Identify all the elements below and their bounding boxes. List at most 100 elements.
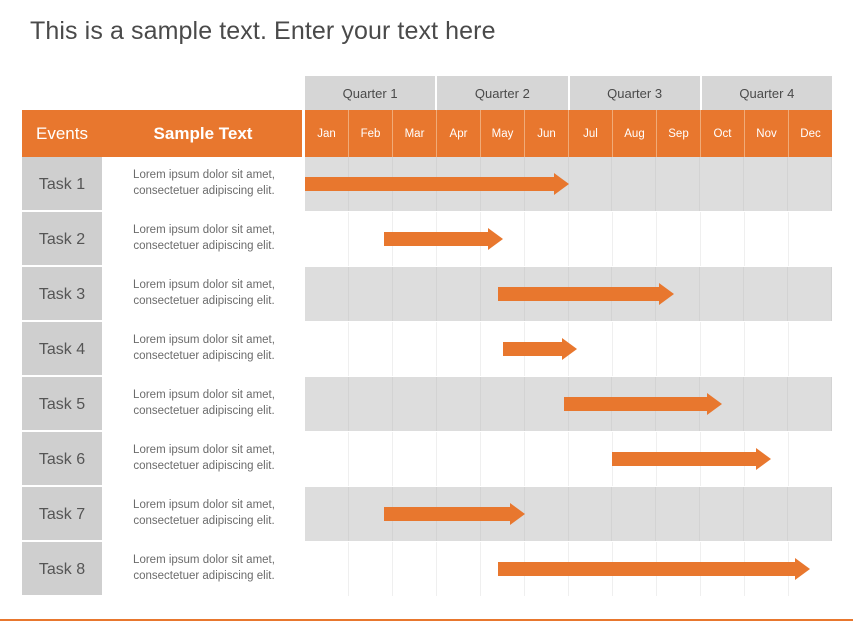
month-cell-jan: Jan bbox=[305, 110, 349, 157]
gantt-bar-body bbox=[384, 232, 488, 246]
gantt-bar-arrowhead-icon bbox=[658, 283, 674, 305]
grid-cell bbox=[788, 487, 833, 541]
task-description-text: Lorem ipsum dolor sit amet, consectetuer… bbox=[133, 388, 275, 417]
task-label: Task 3 bbox=[22, 267, 102, 322]
month-cell-dec: Dec bbox=[789, 110, 832, 157]
table-row: Task 5 Lorem ipsum dolor sit amet, consec… bbox=[22, 377, 833, 432]
grid-cell bbox=[437, 377, 481, 431]
grid-cell bbox=[789, 432, 832, 486]
grid-cell bbox=[481, 432, 525, 486]
timeline-track bbox=[305, 212, 832, 267]
grid-cell bbox=[745, 322, 789, 376]
grid-cell bbox=[305, 377, 349, 431]
task-description-text: Lorem ipsum dolor sit amet, consectetuer… bbox=[133, 553, 275, 582]
month-cell-mar: Mar bbox=[393, 110, 437, 157]
grid-cell bbox=[612, 487, 657, 541]
grid-cell bbox=[305, 487, 349, 541]
task-description-text: Lorem ipsum dolor sit amet, consectetuer… bbox=[133, 168, 275, 197]
task-description: Lorem ipsum dolor sit amet, consectetuer… bbox=[104, 212, 304, 267]
slide: This is a sample text. Enter your text h… bbox=[0, 0, 853, 640]
grid-cell bbox=[525, 212, 569, 266]
gantt-bar-arrowhead-icon bbox=[755, 448, 771, 470]
grid-cell bbox=[788, 157, 833, 211]
task-label: Task 1 bbox=[22, 157, 102, 212]
grid-cell bbox=[701, 322, 745, 376]
grid-cell bbox=[789, 212, 832, 266]
events-header-label: Events bbox=[36, 124, 88, 143]
task-description: Lorem ipsum dolor sit amet, consectetuer… bbox=[104, 432, 304, 487]
month-cell-jun: Jun bbox=[525, 110, 569, 157]
month-cell-nov: Nov bbox=[745, 110, 789, 157]
grid-cell bbox=[788, 377, 833, 431]
task-description: Lorem ipsum dolor sit amet, consectetuer… bbox=[104, 487, 304, 542]
quarter-cell-3: Quarter 3 bbox=[569, 76, 702, 110]
footer-rule bbox=[0, 619, 853, 621]
gantt-bar-body bbox=[384, 507, 510, 521]
month-cell-oct: Oct bbox=[701, 110, 745, 157]
grid-cell bbox=[349, 432, 393, 486]
gantt-bar[interactable] bbox=[305, 173, 569, 195]
grid-cell bbox=[481, 377, 525, 431]
grid-cell bbox=[700, 157, 745, 211]
grid-cell bbox=[569, 157, 613, 211]
grid-cell bbox=[437, 432, 481, 486]
table-row: Task 3 Lorem ipsum dolor sit amet, consec… bbox=[22, 267, 833, 322]
grid-cell bbox=[437, 267, 481, 321]
quarter-header-row: Quarter 1 Quarter 2 Quarter 3 Quarter 4 bbox=[305, 76, 832, 110]
grid-cell bbox=[305, 322, 349, 376]
task-description: Lorem ipsum dolor sit amet, consectetuer… bbox=[104, 542, 304, 597]
task-label: Task 8 bbox=[22, 542, 102, 597]
timeline-track bbox=[305, 542, 832, 597]
grid-cell bbox=[656, 157, 701, 211]
month-cell-sep: Sep bbox=[657, 110, 701, 157]
quarter-cell-1: Quarter 1 bbox=[305, 76, 438, 110]
grid-cell bbox=[437, 542, 481, 596]
task-description-text: Lorem ipsum dolor sit amet, consectetuer… bbox=[133, 278, 275, 307]
task-label: Task 7 bbox=[22, 487, 102, 542]
grid-cell bbox=[349, 542, 393, 596]
month-header-row: Jan Feb Mar Apr May Jun Jul Aug Sep Oct … bbox=[305, 110, 832, 157]
month-cell-feb: Feb bbox=[349, 110, 393, 157]
grid-cell bbox=[525, 432, 569, 486]
month-cell-aug: Aug bbox=[613, 110, 657, 157]
task-label: Task 4 bbox=[22, 322, 102, 377]
task-description-text: Lorem ipsum dolor sit amet, consectetuer… bbox=[133, 443, 275, 472]
gantt-bar[interactable] bbox=[384, 228, 503, 250]
task-label: Task 6 bbox=[22, 432, 102, 487]
grid-cell bbox=[393, 377, 437, 431]
table-row: Task 1 Lorem ipsum dolor sit amet, consec… bbox=[22, 157, 833, 212]
gantt-bar[interactable] bbox=[384, 503, 525, 525]
grid-cell bbox=[569, 212, 613, 266]
gantt-bar[interactable] bbox=[564, 393, 723, 415]
grid-cell bbox=[305, 267, 349, 321]
month-cell-may: May bbox=[481, 110, 525, 157]
grid-cell bbox=[745, 212, 789, 266]
timeline-track bbox=[305, 377, 833, 432]
grid-cell bbox=[744, 267, 789, 321]
gantt-bar[interactable] bbox=[498, 283, 674, 305]
timeline-track bbox=[305, 432, 832, 487]
grid-cell bbox=[393, 432, 437, 486]
grid-cell bbox=[525, 377, 569, 431]
gantt-bar-body bbox=[305, 177, 554, 191]
table-row: Task 2 Lorem ipsum dolor sit amet, consec… bbox=[22, 212, 832, 267]
gantt-bar-arrowhead-icon bbox=[509, 503, 525, 525]
grid-cell bbox=[657, 212, 701, 266]
grid-cell bbox=[349, 322, 393, 376]
grid-cell bbox=[393, 542, 437, 596]
gantt-bar[interactable] bbox=[612, 448, 771, 470]
task-description-text: Lorem ipsum dolor sit amet, consectetuer… bbox=[133, 333, 275, 362]
grid-cell bbox=[656, 487, 701, 541]
quarter-cell-4: Quarter 4 bbox=[701, 76, 832, 110]
grid-cell bbox=[569, 432, 613, 486]
grid-cell bbox=[744, 377, 789, 431]
table-row: Task 6 Lorem ipsum dolor sit amet, consec… bbox=[22, 432, 832, 487]
grid-cell bbox=[393, 322, 437, 376]
grid-cell bbox=[744, 157, 789, 211]
gantt-bar[interactable] bbox=[502, 338, 578, 360]
gantt-bar-body bbox=[502, 342, 563, 356]
grid-cell bbox=[437, 322, 481, 376]
gantt-bar[interactable] bbox=[498, 558, 811, 580]
timeline-track bbox=[305, 157, 833, 212]
gantt-bar-arrowhead-icon bbox=[795, 558, 811, 580]
